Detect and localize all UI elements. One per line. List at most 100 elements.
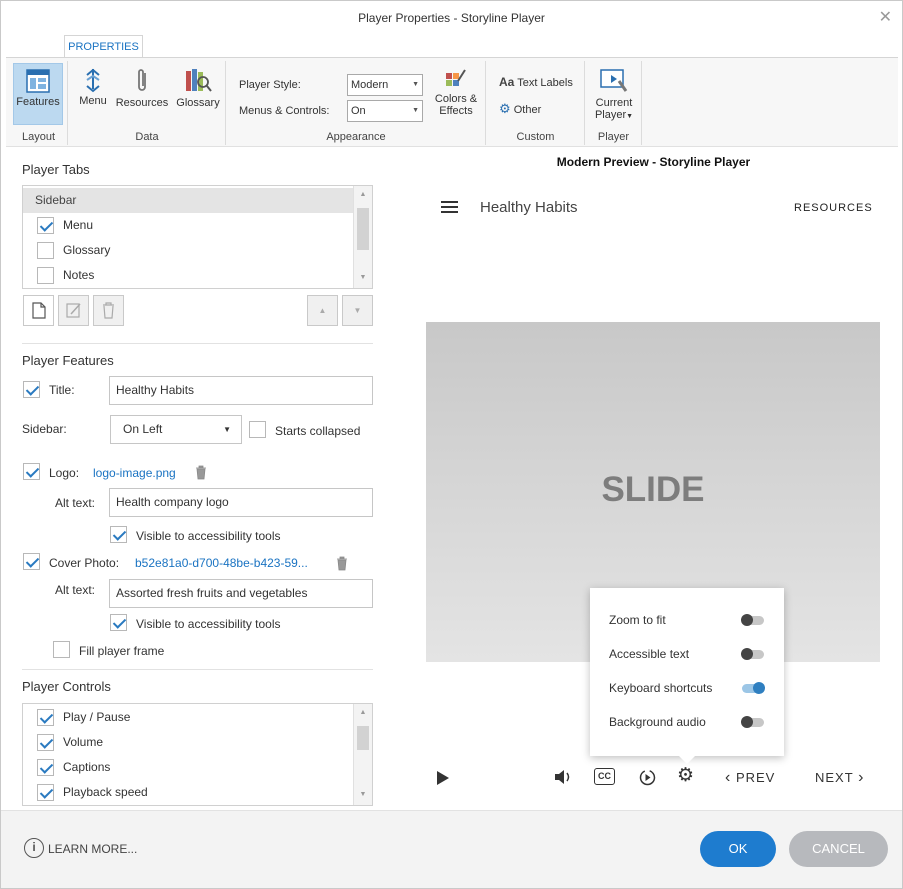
next-label: NEXT <box>815 770 854 785</box>
playback-speed-icon[interactable] <box>639 769 656 786</box>
toggle-zoom-to-fit[interactable] <box>741 614 764 626</box>
cover-photo-file-link[interactable]: b52e81a0-d700-48be-b423-59... <box>135 556 308 570</box>
list-item-label: Notes <box>63 268 95 282</box>
info-icon[interactable]: i <box>24 838 44 858</box>
ribbon-group-custom: Aa Text Labels ⚙ Other Custom <box>487 61 585 145</box>
other-button[interactable]: ⚙ Other <box>499 101 541 117</box>
delete-tab-button[interactable] <box>93 295 124 326</box>
glossary-books-icon <box>186 69 212 92</box>
trash-icon[interactable] <box>194 465 208 480</box>
resources-link[interactable]: RESOURCES <box>794 202 873 214</box>
checkbox-logo-visible[interactable] <box>110 526 127 543</box>
hamburger-menu-icon[interactable] <box>441 200 459 214</box>
gear-icon: ⚙ <box>499 101 511 116</box>
glossary-button[interactable]: Glossary <box>173 63 223 123</box>
ribbon-group-data: Menu Resources Glossary Data <box>69 61 226 145</box>
trash-icon[interactable] <box>335 556 349 571</box>
ribbon-group-appearance: Player Style: Modern ▼ Menus & Controls:… <box>227 61 486 145</box>
move-down-button[interactable]: ▼ <box>342 295 373 326</box>
current-player-button[interactable]: Current Player▼ <box>590 63 638 127</box>
features-button[interactable]: Features <box>13 63 63 125</box>
title-input[interactable]: Healthy Habits <box>109 376 373 405</box>
tab-properties[interactable]: PROPERTIES <box>64 35 143 58</box>
scrollbar[interactable]: ▲ ▼ <box>353 704 372 805</box>
scrollbar[interactable]: ▲ ▼ <box>353 186 372 288</box>
checkbox-captions[interactable] <box>37 759 54 776</box>
toggle-keyboard-shortcuts[interactable] <box>742 682 765 694</box>
checkbox-fill-frame[interactable] <box>53 641 70 658</box>
list-item[interactable]: Captions <box>23 755 353 780</box>
list-item-label: Volume <box>63 735 104 749</box>
cover-alt-input[interactable]: Assorted fresh fruits and vegetables <box>109 579 373 608</box>
checkbox-cover-photo[interactable] <box>23 553 40 570</box>
player-tabs-title: Player Tabs <box>22 162 90 177</box>
cancel-button[interactable]: CANCEL <box>789 831 888 867</box>
next-button[interactable]: NEXT › <box>815 769 864 787</box>
move-up-button[interactable]: ▲ <box>307 295 338 326</box>
text-labels-button[interactable]: Aa Text Labels <box>499 75 573 89</box>
menus-controls-select[interactable]: On ▼ <box>347 100 423 122</box>
features-label: Features <box>16 96 60 108</box>
scroll-up-icon[interactable]: ▲ <box>354 186 372 204</box>
scroll-up-icon[interactable]: ▲ <box>354 704 372 722</box>
checkbox-menu[interactable] <box>37 217 54 234</box>
checkbox-logo[interactable] <box>23 463 40 480</box>
player-style-select[interactable]: Modern ▼ <box>347 74 423 96</box>
checkbox-cover-visible[interactable] <box>110 614 127 631</box>
list-item[interactable]: Glossary <box>23 238 353 263</box>
menu-button[interactable]: Menu <box>75 63 111 123</box>
settings-popover: Zoom to fit Accessible text Keyboard sho… <box>590 588 784 764</box>
resources-button[interactable]: Resources <box>114 63 170 123</box>
play-icon[interactable] <box>436 770 450 786</box>
colors-effects-label-1: Colors & <box>434 93 478 105</box>
list-item-label: Menu <box>63 218 94 232</box>
scroll-thumb[interactable] <box>357 208 369 250</box>
footer: i LEARN MORE... OK CANCEL <box>1 810 902 888</box>
list-item[interactable]: Playback speed <box>23 780 353 805</box>
list-item-label: Playback speed <box>63 785 148 799</box>
sidebar-select[interactable]: On Left ▼ <box>110 415 242 444</box>
settings-gear-icon[interactable]: ⚙ <box>677 766 694 786</box>
checkbox-starts-collapsed[interactable] <box>249 421 266 438</box>
volume-icon[interactable] <box>554 769 572 785</box>
close-icon[interactable]: ✕ <box>879 9 892 27</box>
chevron-down-icon: ▼ <box>626 113 634 120</box>
scroll-thumb[interactable] <box>357 726 369 750</box>
ribbon-group-layout: Features Layout <box>10 61 68 145</box>
menus-controls-value: On <box>351 105 366 117</box>
arrow-down-icon: ▼ <box>353 306 362 315</box>
logo-alt-input[interactable]: Health company logo <box>109 488 373 517</box>
ok-button[interactable]: OK <box>700 831 776 867</box>
toggle-accessible-text[interactable] <box>741 648 764 660</box>
fill-frame-label: Fill player frame <box>79 644 165 658</box>
learn-more-link[interactable]: LEARN MORE... <box>48 842 137 856</box>
list-item[interactable]: Play / Pause <box>23 705 353 730</box>
starts-collapsed-label: Starts collapsed <box>275 424 361 438</box>
list-item[interactable]: Volume <box>23 730 353 755</box>
checkbox-glossary[interactable] <box>37 242 54 259</box>
cover-visible-label: Visible to accessibility tools <box>136 617 281 631</box>
checkbox-playback-speed[interactable] <box>37 784 54 801</box>
trash-icon <box>103 302 114 319</box>
ribbon-tabs: PROPERTIES <box>6 35 898 58</box>
checkbox-volume[interactable] <box>37 734 54 751</box>
glossary-label: Glossary <box>176 97 220 109</box>
scroll-down-icon[interactable]: ▼ <box>354 786 372 804</box>
colors-effects-button[interactable]: Colors & Effects <box>430 63 482 127</box>
ribbon: Features Layout Menu Resources Glossary … <box>6 57 898 147</box>
new-tab-button[interactable] <box>23 295 54 326</box>
list-item[interactable]: Menu <box>23 213 353 238</box>
list-item[interactable]: Notes <box>23 263 353 288</box>
chevron-down-icon: ▼ <box>412 107 419 114</box>
edit-tab-button[interactable] <box>58 295 89 326</box>
checkbox-play-pause[interactable] <box>37 709 54 726</box>
list-item-label: Captions <box>63 760 111 774</box>
logo-file-link[interactable]: logo-image.png <box>93 466 176 480</box>
checkbox-title[interactable] <box>23 381 40 398</box>
checkbox-notes[interactable] <box>37 267 54 284</box>
window-title: Player Properties - Storyline Player <box>358 11 545 25</box>
captions-icon[interactable]: CC <box>594 768 615 785</box>
scroll-down-icon[interactable]: ▼ <box>354 269 372 287</box>
prev-button[interactable]: ‹ PREV <box>725 769 775 787</box>
toggle-background-audio[interactable] <box>741 716 764 728</box>
